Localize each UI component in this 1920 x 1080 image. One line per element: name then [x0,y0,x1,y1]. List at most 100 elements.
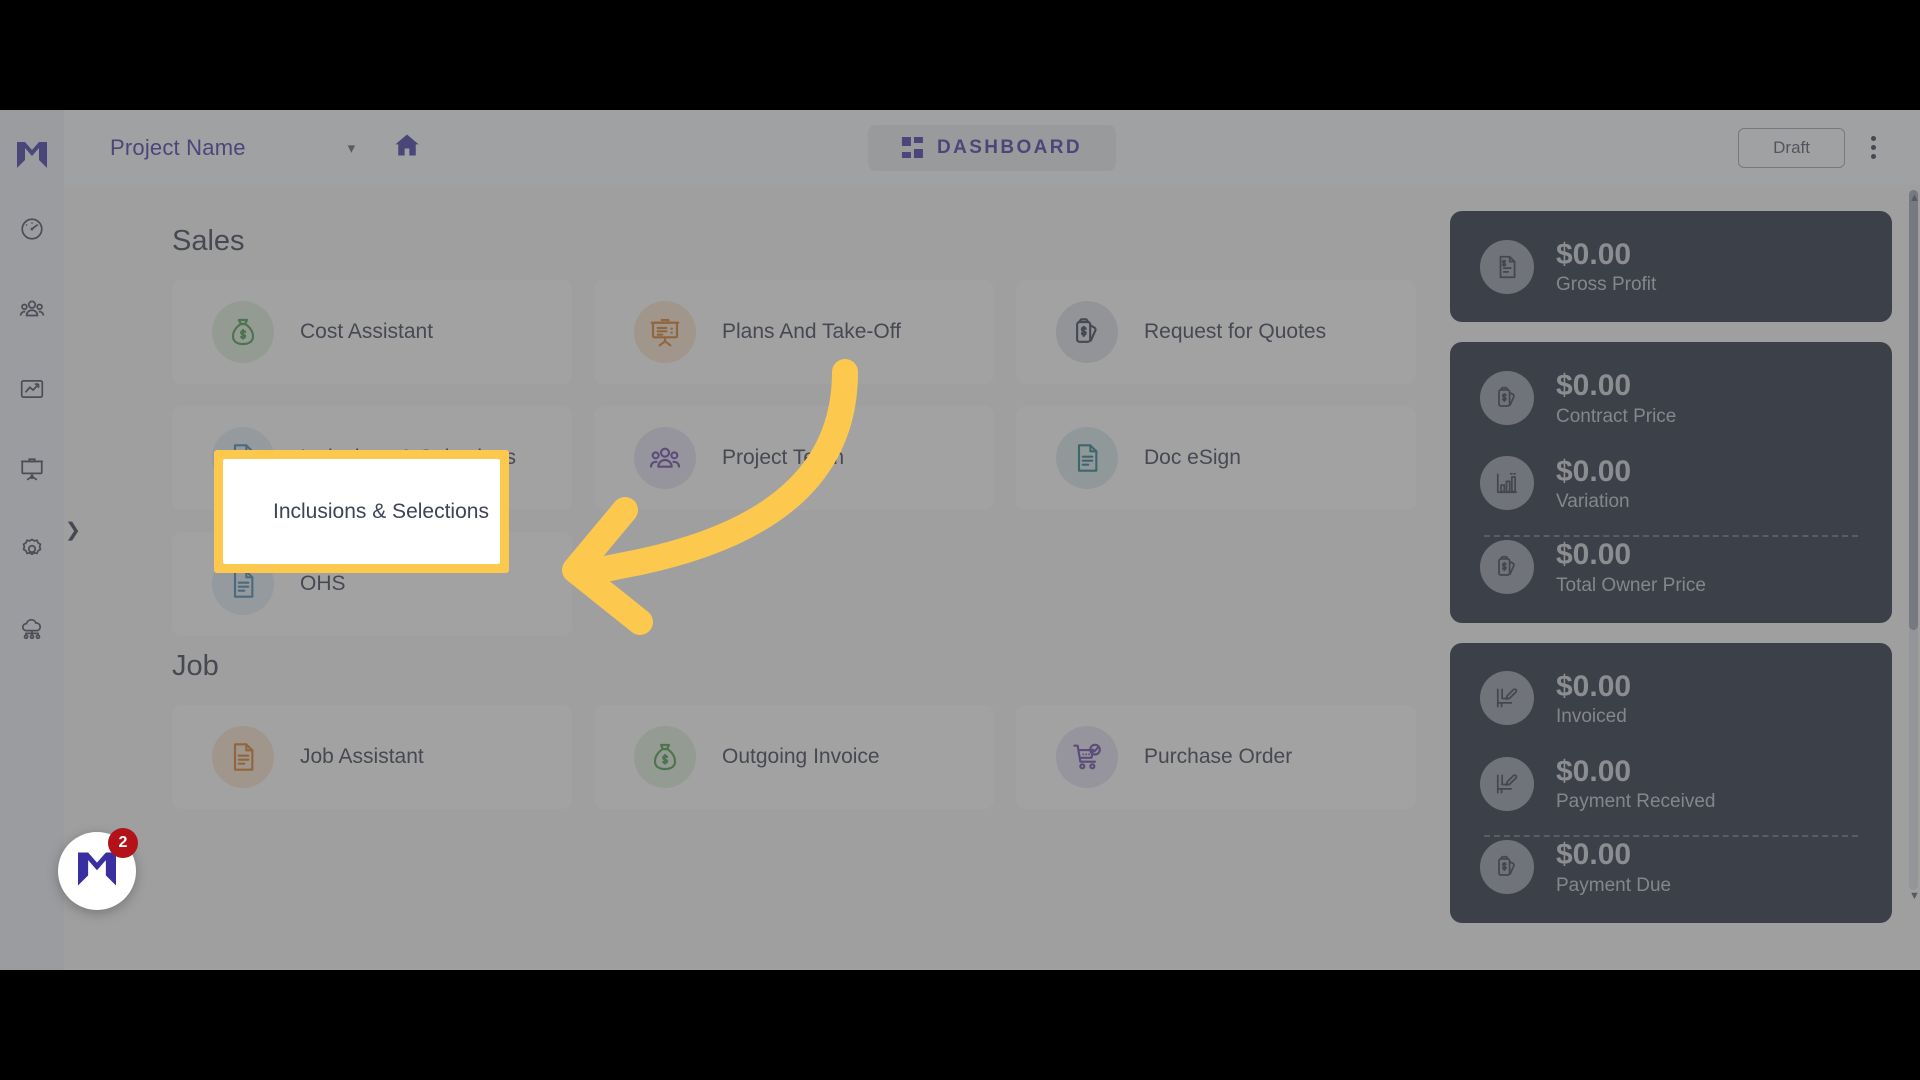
dashboard-tab-label: DASHBOARD [936,136,1083,158]
invoice-edit-icon [1480,756,1534,811]
project-selector[interactable]: Project Name ▾ [110,135,355,161]
module-card-label: Job Assistant [300,744,424,768]
home-icon [393,131,421,164]
dashboard-tab[interactable]: DASHBOARD [867,124,1117,171]
metric-row: $0.00 Total Owner Price [1480,537,1862,596]
metric-text: $0.00 Total Owner Price [1556,537,1706,596]
money-bag-icon [212,301,274,363]
screenshot-root: ❯ Project Name ▾ DASHBOARD Draft Sales C… [0,0,1920,1080]
metric-value: $0.00 [1556,369,1632,403]
metric-label: Payment Received [1556,791,1716,813]
module-card-label: OHS [300,571,346,595]
grid-icon [901,137,923,158]
metric-row: $0.00 Invoiced [1480,669,1862,728]
shopping-cart-icon [1056,726,1118,788]
caret-up-icon[interactable]: ▲ [1909,192,1920,204]
draft-status-button[interactable]: Draft [1738,127,1845,168]
main-content: Sales Cost Assistant Plans And Take-Off Req… [64,185,1920,970]
metric-label: Invoiced [1556,705,1627,727]
module-card-label: Project Team [722,445,845,469]
caret-down-icon[interactable]: ▼ [1909,890,1920,902]
gear-icon [19,536,45,567]
module-card[interactable]: Outgoing Invoice [594,705,994,809]
sidebar-item-dashboard[interactable] [12,211,52,251]
scrollbar-thumb[interactable] [1909,190,1918,630]
sidebar-item-team[interactable] [12,291,52,331]
header-actions: Draft [1738,127,1880,168]
mastt-logo-icon [75,850,119,893]
metric-card: $0.00 Contract Price $0.00 Variation $0.00 To… [1450,342,1892,623]
sidebar-item-settings[interactable] [12,531,52,571]
metric-label: Total Owner Price [1556,574,1706,596]
price-tag-icon [1480,840,1534,895]
price-tag-icon [1480,371,1534,426]
page-scrollbar[interactable] [1909,190,1918,890]
document-icon [1056,427,1118,489]
metric-text: $0.00 Payment Received [1556,754,1715,813]
bar-chart-icon [1480,456,1534,511]
metric-card: $0.00 Gross Profit [1450,211,1892,323]
module-card-label: Plans And Take-Off [722,319,902,343]
metric-text: $0.00 Contract Price [1556,368,1676,427]
people-group-icon [19,296,45,327]
module-card-grid: Job Assistant Outgoing Invoice Purchase Or… [172,705,1464,809]
metric-row: $0.00 Payment Received [1480,754,1862,813]
chevron-right-icon: ❯ [65,519,81,541]
invoice-edit-icon [1480,671,1534,726]
metric-label: Variation [1556,491,1630,513]
metric-text: $0.00 Variation [1556,454,1631,513]
money-bag-icon [634,726,696,788]
metric-label: Payment Due [1556,874,1672,896]
module-card-label: Cost Assistant [300,319,434,343]
more-vertical-icon[interactable] [1867,132,1880,163]
people-group-icon [634,427,696,489]
module-card-label: Request for Quotes [1144,319,1327,343]
highlight-callout-label: Inclusions & Selections [273,499,489,523]
metric-text: $0.00 Payment Due [1556,837,1671,896]
home-button[interactable] [393,131,421,164]
chat-unread-badge: 2 [108,828,138,858]
module-card[interactable]: Request for Quotes [1016,280,1416,384]
metric-label: Gross Profit [1556,274,1657,296]
document-icon [212,726,274,788]
sidebar-item-integrations[interactable] [12,611,52,651]
metric-value: $0.00 [1556,838,1632,872]
project-name-label: Project Name [110,134,246,160]
chart-line-icon [19,376,45,407]
sidebar-item-reports[interactable] [12,371,52,411]
metric-value: $0.00 [1556,238,1632,271]
speedometer-icon [19,216,45,247]
module-card-label: Outgoing Invoice [722,744,880,768]
sidebar-item-presentations[interactable] [12,451,52,491]
metric-label: Contract Price [1556,405,1677,427]
price-tag-icon [1480,539,1534,594]
metric-value: $0.00 [1556,454,1632,488]
metric-text: $0.00 Invoiced [1556,669,1631,728]
module-card[interactable]: Plans And Take-Off [594,280,994,384]
metric-value: $0.00 [1556,669,1632,703]
metric-text: $0.00 Gross Profit [1556,237,1656,296]
module-card-label: Purchase Order [1144,744,1293,768]
module-card[interactable]: Job Assistant [172,705,572,809]
module-card[interactable]: Cost Assistant [172,280,572,384]
sidebar-expander-button[interactable]: ❯ [62,510,84,550]
document-dollar-icon [1480,239,1534,294]
metric-value: $0.00 [1556,754,1632,788]
chevron-down-icon: ▾ [347,139,356,157]
metrics-panel: $0.00 Gross Profit $0.00 Contract Price $0.0… [1450,211,1892,923]
module-card[interactable]: Doc eSign [1016,406,1416,510]
metric-value: $0.00 [1556,538,1632,572]
price-tag-icon [1056,301,1118,363]
highlight-callout: Inclusions & Selections [214,450,509,573]
module-card[interactable]: Purchase Order [1016,705,1416,809]
section-title: Sales [172,225,245,257]
module-card[interactable]: Project Team [594,406,994,510]
module-card-label: Doc eSign [1144,445,1241,469]
highlight-inner-panel: Inclusions & Selections [223,459,500,564]
section-title: Job [172,650,219,682]
mastt-logo-icon[interactable] [15,140,49,175]
metric-row: $0.00 Payment Due [1480,837,1862,896]
metric-row: $0.00 Contract Price [1480,368,1862,427]
presentation-board-icon [634,301,696,363]
cloud-network-icon [19,616,45,647]
